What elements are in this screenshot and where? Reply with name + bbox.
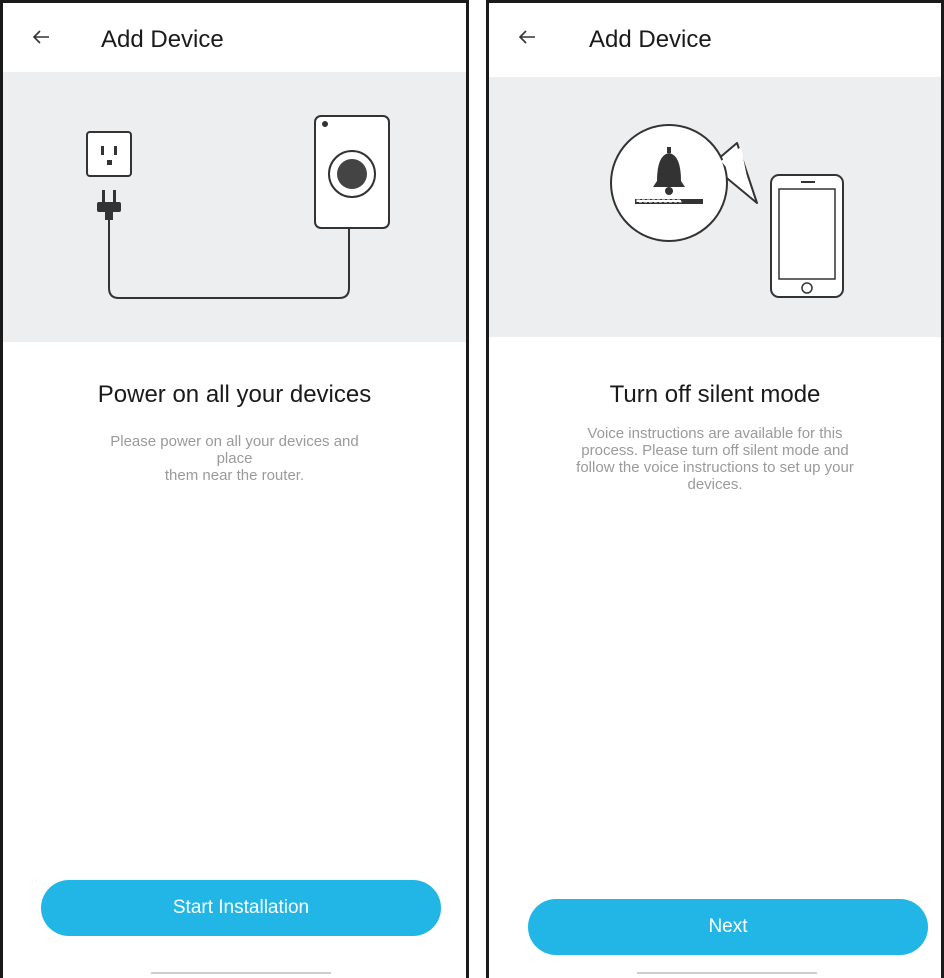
- device-icon: [314, 115, 390, 229]
- home-indicator: [637, 972, 817, 978]
- home-indicator: [151, 972, 331, 978]
- silent-mode-illustration: [489, 77, 941, 337]
- next-button[interactable]: Next: [528, 899, 928, 955]
- description-line: them near the router.: [164, 467, 305, 484]
- smartphone-icon: [770, 174, 844, 298]
- description-line: place: [216, 450, 253, 467]
- wall-outlet-icon: [86, 131, 132, 177]
- description-line: devices.: [687, 476, 743, 493]
- power-illustration: [3, 72, 466, 342]
- description-line: follow the voice instructions to set up …: [576, 459, 854, 476]
- step-description: Voice instructions are available for thi…: [509, 425, 921, 493]
- arrow-left-icon: [32, 30, 49, 44]
- page-title: Add Device: [101, 26, 224, 53]
- step-heading: Turn off silent mode: [609, 381, 821, 408]
- power-plug-icon: [97, 190, 121, 220]
- app-bar: Add Device: [3, 3, 466, 72]
- description-line: Voice instructions are available for thi…: [587, 425, 843, 442]
- start-installation-button[interactable]: Start Installation: [41, 880, 441, 936]
- step-description: Please power on all your devices and pla…: [63, 433, 406, 484]
- step-heading: Power on all your devices: [97, 381, 372, 408]
- sound-bubble: [610, 124, 758, 242]
- page-title: Add Device: [589, 26, 712, 53]
- arrow-left-icon: [518, 30, 535, 44]
- back-button[interactable]: [29, 25, 53, 49]
- description-line: process. Please turn off silent mode and: [581, 442, 849, 459]
- app-bar: Add Device: [489, 3, 941, 72]
- back-button[interactable]: [515, 25, 539, 49]
- description-line: Please power on all your devices and: [110, 433, 359, 450]
- screen-power-on: Add Device Power on all your devices Ple…: [0, 0, 469, 978]
- screen-silent-mode: Add Device Turn off silent mode Voice in…: [486, 0, 944, 978]
- volume-bar: [635, 199, 703, 204]
- cable: [108, 220, 350, 299]
